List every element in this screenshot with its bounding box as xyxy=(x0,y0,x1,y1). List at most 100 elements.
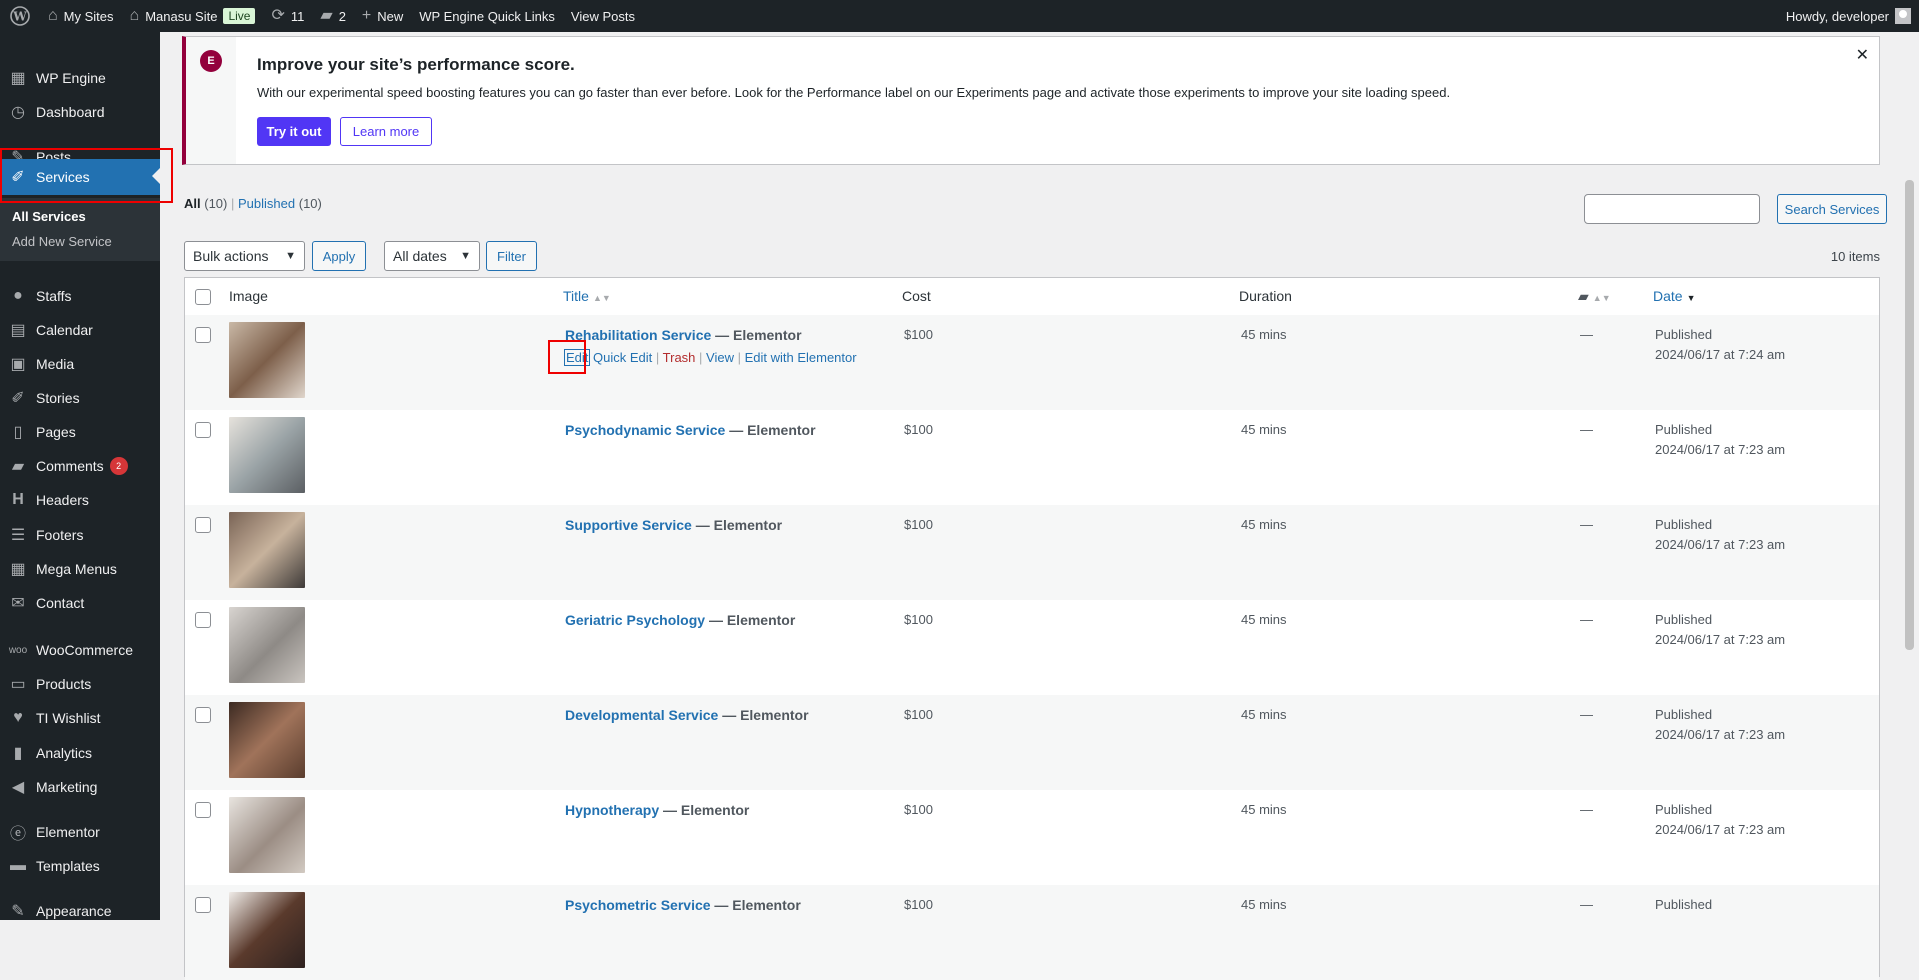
service-thumbnail[interactable] xyxy=(229,417,305,493)
elementor-icon: E xyxy=(200,50,222,72)
live-badge: Live xyxy=(223,8,256,24)
filter-button[interactable]: Filter xyxy=(486,241,537,271)
plus-icon: + xyxy=(361,7,372,24)
sidebar-item-staffs[interactable]: ● Staffs xyxy=(0,279,160,313)
service-thumbnail[interactable] xyxy=(229,322,305,398)
duration-cell: 45 mins xyxy=(1241,707,1287,722)
sidebar-item-templates[interactable]: ▬ Templates xyxy=(0,849,160,883)
wordpress-logo-button[interactable]: W xyxy=(0,0,40,32)
comment-icon: ▰ xyxy=(1578,288,1589,304)
filter-all-link[interactable]: All xyxy=(184,196,201,211)
sidebar-item-mega-menus[interactable]: ▦ Mega Menus xyxy=(0,552,160,586)
service-title-link[interactable]: Hypnotherapy xyxy=(565,802,659,818)
woo-icon: woo xyxy=(8,644,28,656)
learn-more-button[interactable]: Learn more xyxy=(340,117,432,146)
sidebar-item-dashboard[interactable]: ◷ Dashboard xyxy=(0,95,160,129)
sort-desc-icon: ▼ xyxy=(1686,293,1696,303)
trash-link[interactable]: Trash xyxy=(663,350,696,365)
row-checkbox[interactable] xyxy=(195,897,211,913)
service-title-link[interactable]: Psychodynamic Service xyxy=(565,422,725,438)
sidebar-item-marketing[interactable]: ◀ Marketing xyxy=(0,770,160,804)
row-checkbox[interactable] xyxy=(195,327,211,343)
search-input[interactable] xyxy=(1584,194,1760,224)
submenu-add-new-service[interactable]: Add New Service xyxy=(0,229,160,254)
sidebar-item-analytics[interactable]: ▮ Analytics xyxy=(0,736,160,770)
service-title-link[interactable]: Rehabilitation Service xyxy=(565,327,711,343)
sidebar-item-elementor[interactable]: ⓔ Elementor xyxy=(0,815,160,849)
notice-title: Improve your site’s performance score. xyxy=(257,55,575,74)
sidebar-item-calendar[interactable]: ▤ Calendar xyxy=(0,313,160,347)
sort-icon: ▲▼ xyxy=(592,293,611,303)
sidebar-item-woocommerce[interactable]: woo WooCommerce xyxy=(0,633,160,667)
close-icon[interactable]: ✕ xyxy=(1856,45,1869,65)
column-date[interactable]: Date ▼ xyxy=(1653,288,1696,304)
try-it-out-button[interactable]: Try it out xyxy=(257,117,331,146)
date-filter-select[interactable]: All dates ▼ xyxy=(384,241,480,271)
svg-text:W: W xyxy=(12,10,27,24)
scrollbar-thumb[interactable] xyxy=(1905,180,1914,650)
view-link[interactable]: View xyxy=(706,350,734,365)
row-checkbox[interactable] xyxy=(195,707,211,723)
site-name-label: Manasu Site xyxy=(145,8,218,24)
sidebar-item-label: WP Engine xyxy=(36,70,106,86)
notice-text: With our experimental speed boosting fea… xyxy=(257,85,1451,100)
user-icon: ● xyxy=(13,287,23,304)
select-all-checkbox[interactable] xyxy=(195,289,211,305)
service-title-link[interactable]: Geriatric Psychology xyxy=(565,612,705,628)
comments-badge: 2 xyxy=(109,457,128,475)
row-checkbox[interactable] xyxy=(195,422,211,438)
archive-icon: ▭ xyxy=(10,676,26,693)
site-name-menu[interactable]: ⌂ Manasu Site Live xyxy=(122,0,264,32)
sidebar-item-ti-wishlist[interactable]: ♥ TI Wishlist xyxy=(0,701,160,735)
sidebar-item-media[interactable]: ▣ Media xyxy=(0,347,160,381)
service-thumbnail[interactable] xyxy=(229,512,305,588)
service-thumbnail[interactable] xyxy=(229,892,305,968)
sidebar-item-appearance[interactable]: ✎ Appearance xyxy=(0,894,160,928)
service-thumbnail[interactable] xyxy=(229,797,305,873)
sidebar-item-contact[interactable]: ✉ Contact xyxy=(0,586,160,620)
edit-with-elementor-link[interactable]: Edit with Elementor xyxy=(745,350,857,365)
post-state: — Elementor xyxy=(714,897,801,913)
my-sites-menu[interactable]: ⌂ My Sites xyxy=(40,0,122,32)
column-comments[interactable]: ▰ ▲▼ xyxy=(1578,288,1611,305)
filter-published-link[interactable]: Published xyxy=(238,196,295,211)
mail-icon: ✉ xyxy=(11,595,25,612)
wp-engine-quick-links[interactable]: WP Engine Quick Links xyxy=(411,0,563,32)
row-checkbox[interactable] xyxy=(195,802,211,818)
sidebar-item-wp-engine[interactable]: ▦ WP Engine xyxy=(0,61,160,95)
sidebar-item-label: Media xyxy=(36,356,75,372)
row-checkbox[interactable] xyxy=(195,612,211,628)
service-title-link[interactable]: Supportive Service xyxy=(565,517,692,533)
comments-menu[interactable]: ▰ 2 xyxy=(312,0,354,32)
row-checkbox[interactable] xyxy=(195,517,211,533)
sidebar-item-comments[interactable]: ▰ Comments 2 xyxy=(0,449,160,483)
post-state: — Elementor xyxy=(708,612,796,628)
sidebar-item-label: TI Wishlist xyxy=(36,710,101,726)
chevron-down-icon: ▼ xyxy=(460,250,471,262)
table-row: Rehabilitation Service — Elementor Edit … xyxy=(185,315,1879,410)
new-content-menu[interactable]: + New xyxy=(354,0,411,32)
submenu-all-services[interactable]: All Services xyxy=(0,204,160,229)
bulk-actions-select[interactable]: Bulk actions ▼ xyxy=(184,241,305,271)
new-label: New xyxy=(377,8,404,24)
column-date-label: Date xyxy=(1653,288,1683,304)
sidebar-item-products[interactable]: ▭ Products xyxy=(0,667,160,701)
sidebar-item-headers[interactable]: H Headers xyxy=(0,483,160,517)
duration-cell: 45 mins xyxy=(1241,517,1287,532)
sidebar-item-stories[interactable]: ✐ Stories xyxy=(0,381,160,415)
service-title-link[interactable]: Developmental Service xyxy=(565,707,718,723)
service-thumbnail[interactable] xyxy=(229,702,305,778)
my-account-menu[interactable]: Howdy, developer xyxy=(1786,8,1919,24)
service-thumbnail[interactable] xyxy=(229,607,305,683)
updates-menu[interactable]: ⟳ 11 xyxy=(263,0,312,32)
carrot-icon: ✐ xyxy=(11,390,25,407)
quick-edit-link[interactable]: Quick Edit xyxy=(593,350,652,365)
duration-cell: 45 mins xyxy=(1241,802,1287,817)
view-posts-link[interactable]: View Posts xyxy=(563,0,643,32)
sidebar-item-footers[interactable]: ☰ Footers xyxy=(0,518,160,552)
service-title-link[interactable]: Psychometric Service xyxy=(565,897,711,913)
column-title[interactable]: Title ▲▼ xyxy=(563,288,611,304)
apply-button[interactable]: Apply xyxy=(312,241,366,271)
sidebar-item-pages[interactable]: ▯ Pages xyxy=(0,415,160,449)
search-services-button[interactable]: Search Services xyxy=(1777,194,1887,224)
